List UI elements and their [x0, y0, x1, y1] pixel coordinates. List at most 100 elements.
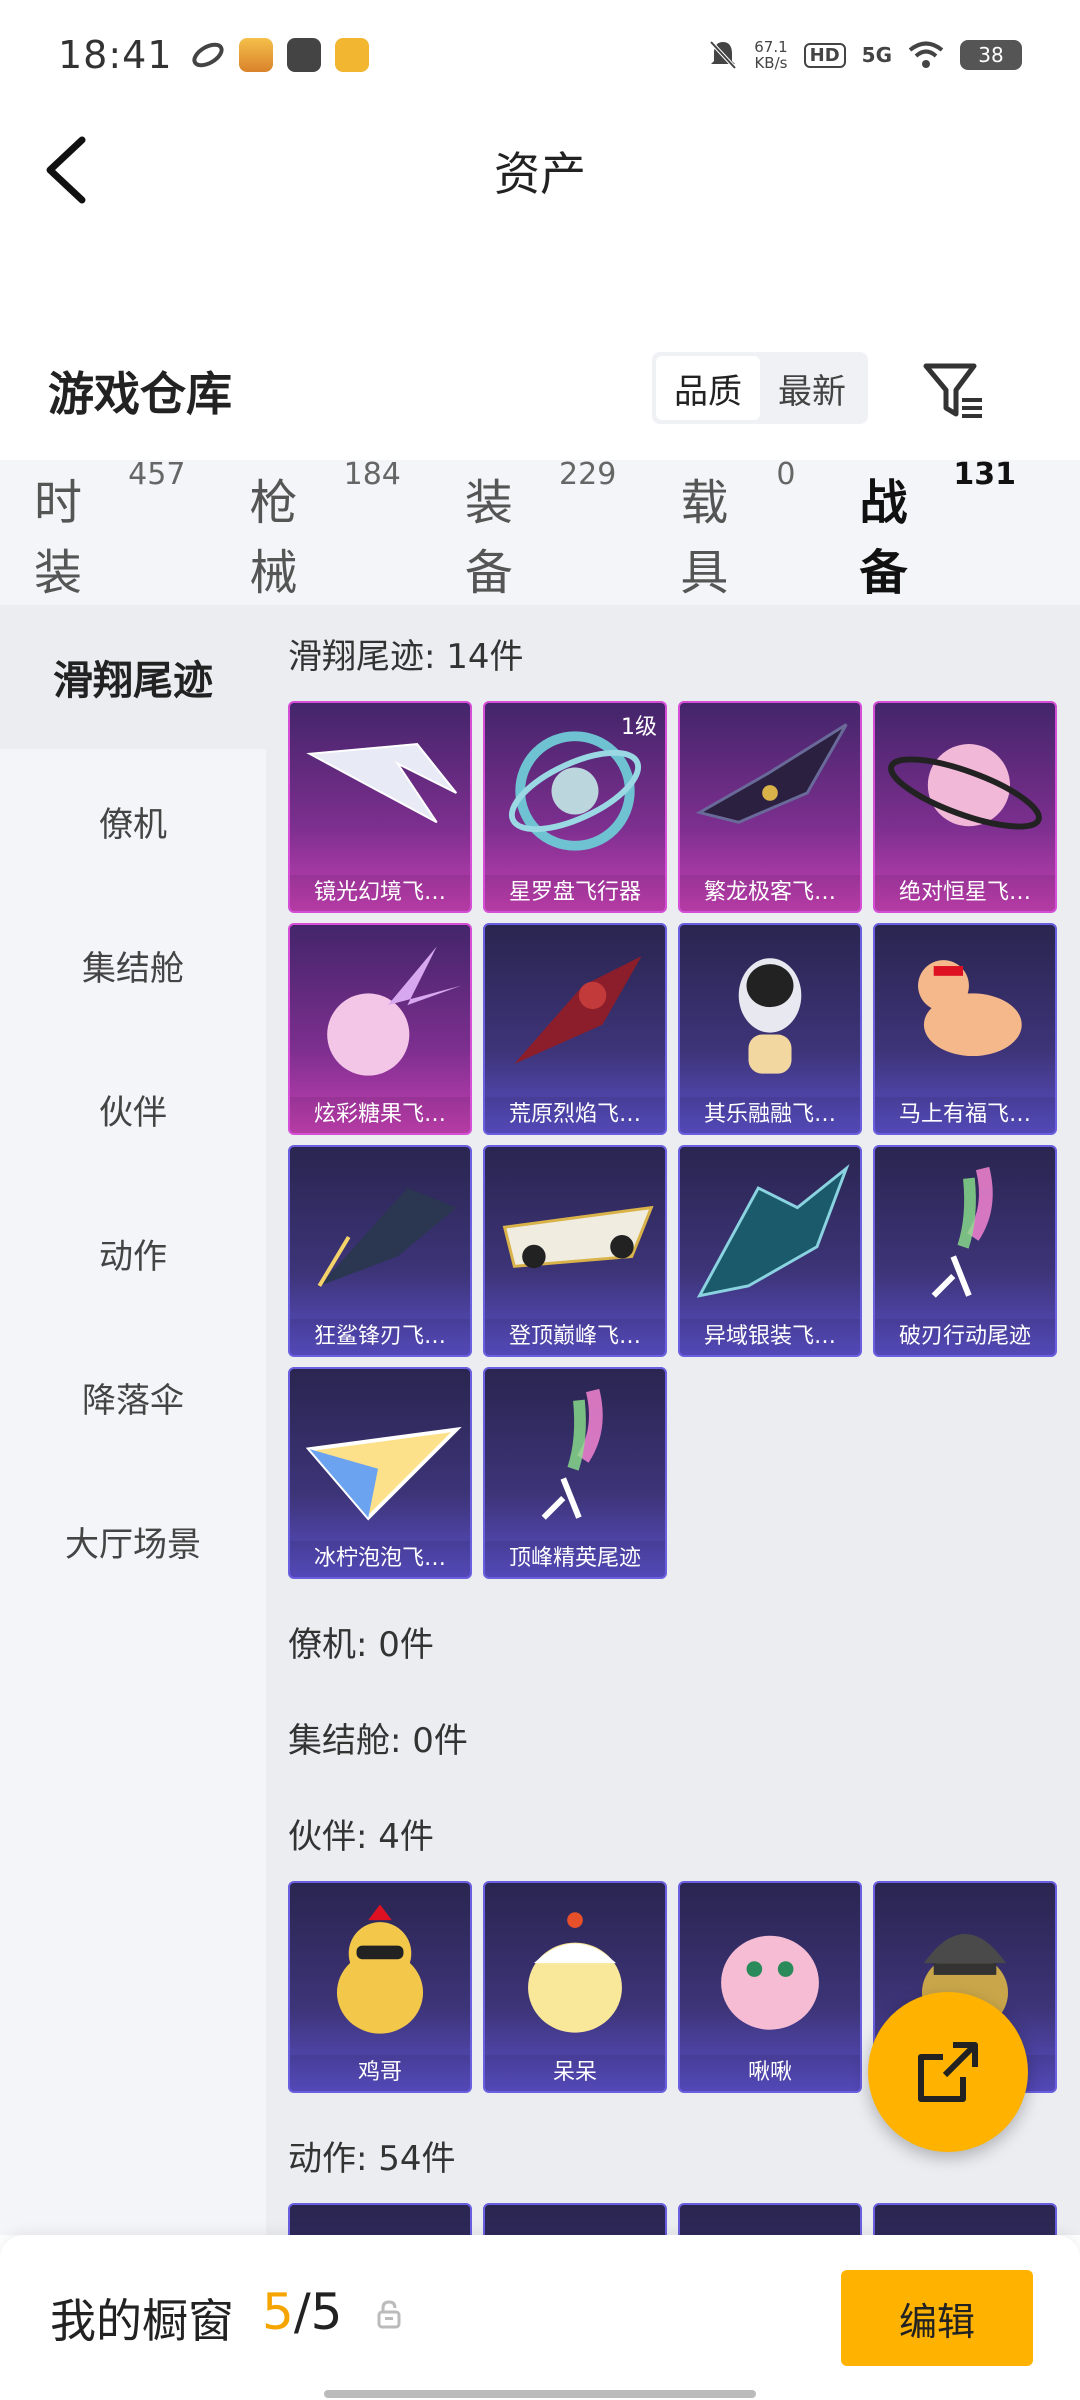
warehouse-title: 游戏仓库	[48, 367, 232, 421]
tab-label: 战备	[859, 474, 908, 601]
message-app-icon	[286, 38, 321, 72]
tab-combat-gear[interactable]: 战备 131	[859, 457, 1016, 633]
sidebar-item-capsule[interactable]: 集结舱	[0, 893, 266, 1037]
page-title: 资产	[494, 147, 586, 201]
crystal-wings-icon	[290, 703, 470, 879]
yellow-app-icon	[334, 38, 369, 72]
bat-wing-icon	[680, 1147, 860, 1323]
item-card[interactable]: 荒原烈焰飞…	[483, 923, 667, 1135]
item-card[interactable]	[483, 2203, 667, 2235]
item-list: 滑翔尾迹: 14件 镜光幻境飞… 1级 星罗盘飞行器 繁龙极客飞… 绝对恒星飞… 炫彩糖果…	[266, 605, 1080, 2235]
item-card[interactable]: 呆呆	[483, 1881, 667, 2093]
smoke-trail-icon	[875, 1147, 1055, 1323]
section-title-capsule: 集结舱: 0件	[288, 1720, 468, 1761]
status-time: 18:41	[58, 33, 173, 77]
item-name: 呆呆	[485, 2055, 665, 2091]
sidebar-item-lobby-scene[interactable]: 大厅场景	[0, 1469, 266, 1613]
filter-icon	[923, 363, 982, 418]
net-speed-value: 67.1	[754, 38, 788, 56]
item-card[interactable]: 异域银装飞…	[678, 1145, 862, 1357]
item-name: 登顶巅峰飞…	[485, 1319, 665, 1355]
tab-firearms[interactable]: 枪械 184	[249, 457, 400, 603]
item-card[interactable]: 其乐融融飞…	[678, 923, 862, 1135]
tab-count: 131	[953, 456, 1016, 492]
item-card[interactable]: 绝对恒星飞…	[873, 701, 1057, 913]
item-card[interactable]: 啾啾	[678, 1881, 862, 2093]
item-card[interactable]: 镜光幻境飞…	[288, 701, 472, 913]
item-name: 异域银装飞…	[680, 1319, 860, 1355]
tab-count: 229	[559, 456, 617, 492]
item-card[interactable]: 繁龙极客飞…	[678, 701, 862, 913]
planet-icon	[875, 703, 1055, 879]
item-name: 鸡哥	[290, 2055, 470, 2091]
section-title-glide: 滑翔尾迹: 14件	[288, 636, 524, 677]
tab-fashion[interactable]: 时装 457	[34, 457, 185, 603]
item-card[interactable]: 狂鲨锋刃飞…	[288, 1145, 472, 1357]
item-name: 炫彩糖果飞…	[290, 1097, 470, 1133]
sidebar-item-glide-trail[interactable]: 滑翔尾迹	[0, 605, 266, 749]
filter-button[interactable]	[920, 358, 986, 424]
sidebar-item-emote[interactable]: 动作	[0, 1181, 266, 1325]
sidebar-item-wingman[interactable]: 僚机	[0, 749, 266, 893]
item-name: 绝对恒星飞…	[875, 875, 1055, 911]
share-button[interactable]	[868, 1992, 1028, 2152]
item-card[interactable]	[678, 2203, 862, 2235]
item-card[interactable]: 鸡哥	[288, 1881, 472, 2093]
category-tabs: 时装 457 枪械 184 装备 229 载具 0 战备 131	[0, 457, 1080, 633]
item-card[interactable]: 破刃行动尾迹	[873, 1145, 1057, 1357]
item-name: 星罗盘飞行器	[485, 875, 665, 911]
item-level-badge: 1级	[621, 715, 657, 740]
dragon-glider-icon	[680, 703, 860, 879]
item-name: 繁龙极客飞…	[680, 875, 860, 911]
jet-icon	[485, 1147, 665, 1323]
tab-count: 0	[776, 456, 796, 492]
paper-plane-icon	[290, 1369, 470, 1545]
sidebar-item-partner[interactable]: 伙伴	[0, 1037, 266, 1181]
edit-button[interactable]: 编辑	[841, 2270, 1033, 2366]
notification-icons	[191, 38, 369, 72]
section-title-wingman: 僚机: 0件	[288, 1624, 434, 1665]
tab-count: 457	[128, 456, 186, 492]
chick-icon	[485, 1883, 665, 2059]
item-card[interactable]	[288, 2203, 472, 2235]
item-card[interactable]: 登顶巅峰飞…	[483, 1145, 667, 1357]
tab-label: 时装	[34, 474, 83, 601]
penguin-icon	[680, 925, 860, 1101]
item-card[interactable]: 1级星罗盘飞行器	[483, 701, 667, 913]
candy-icon	[290, 925, 470, 1101]
tab-label: 装备	[464, 474, 513, 601]
showcase-total: 5	[310, 2283, 343, 2341]
sort-toggle: 品质 最新	[652, 352, 868, 424]
flame-glider-icon	[485, 925, 665, 1101]
showcase-label: 我的橱窗	[50, 2294, 234, 2348]
hd-badge: HD	[803, 42, 846, 68]
header: 资产	[0, 110, 1080, 230]
warehouse-header: 游戏仓库 品质 最新	[0, 340, 1080, 450]
net-speed-unit: KB/s	[754, 54, 788, 72]
item-card[interactable]: 冰柠泡泡飞…	[288, 1367, 472, 1579]
game-app-icon	[238, 38, 273, 72]
home-indicator	[324, 2390, 756, 2398]
item-name: 破刃行动尾迹	[875, 1319, 1055, 1355]
item-card[interactable]: 炫彩糖果飞…	[288, 923, 472, 1135]
item-card[interactable]	[873, 2203, 1057, 2235]
net-speed: 67.1 KB/s	[754, 39, 787, 71]
item-card[interactable]: 马上有福飞…	[873, 923, 1057, 1135]
tab-label: 载具	[680, 474, 729, 601]
smoke-trail-icon	[485, 1369, 665, 1545]
tab-equipment[interactable]: 装备 229	[464, 457, 616, 603]
sidebar-item-parachute[interactable]: 降落伞	[0, 1325, 266, 1469]
rooster-icon	[290, 1883, 470, 2059]
glide-trail-grid: 镜光幻境飞… 1级 星罗盘飞行器 繁龙极客飞… 绝对恒星飞… 炫彩糖果飞… 荒原烈焰飞… 其乐…	[288, 701, 1080, 1579]
sort-newest-button[interactable]: 最新	[760, 356, 864, 420]
showcase-bar: 我的橱窗 5/5 编辑	[0, 2235, 1080, 2400]
status-bar: 18:41 67.1 KB/s HD 5G 38	[0, 0, 1080, 110]
subcategory-sidebar: 滑翔尾迹 僚机 集结舱 伙伴 动作 降落伞 大厅场景	[0, 605, 266, 2235]
item-name: 啾啾	[680, 2055, 860, 2091]
horse-icon	[875, 925, 1055, 1101]
tab-vehicles[interactable]: 载具 0	[680, 457, 795, 603]
showcase-separator: /	[293, 2283, 311, 2341]
sort-quality-button[interactable]: 品质	[656, 356, 760, 420]
tab-label: 枪械	[249, 474, 298, 601]
item-card[interactable]: 顶峰精英尾迹	[483, 1367, 667, 1579]
